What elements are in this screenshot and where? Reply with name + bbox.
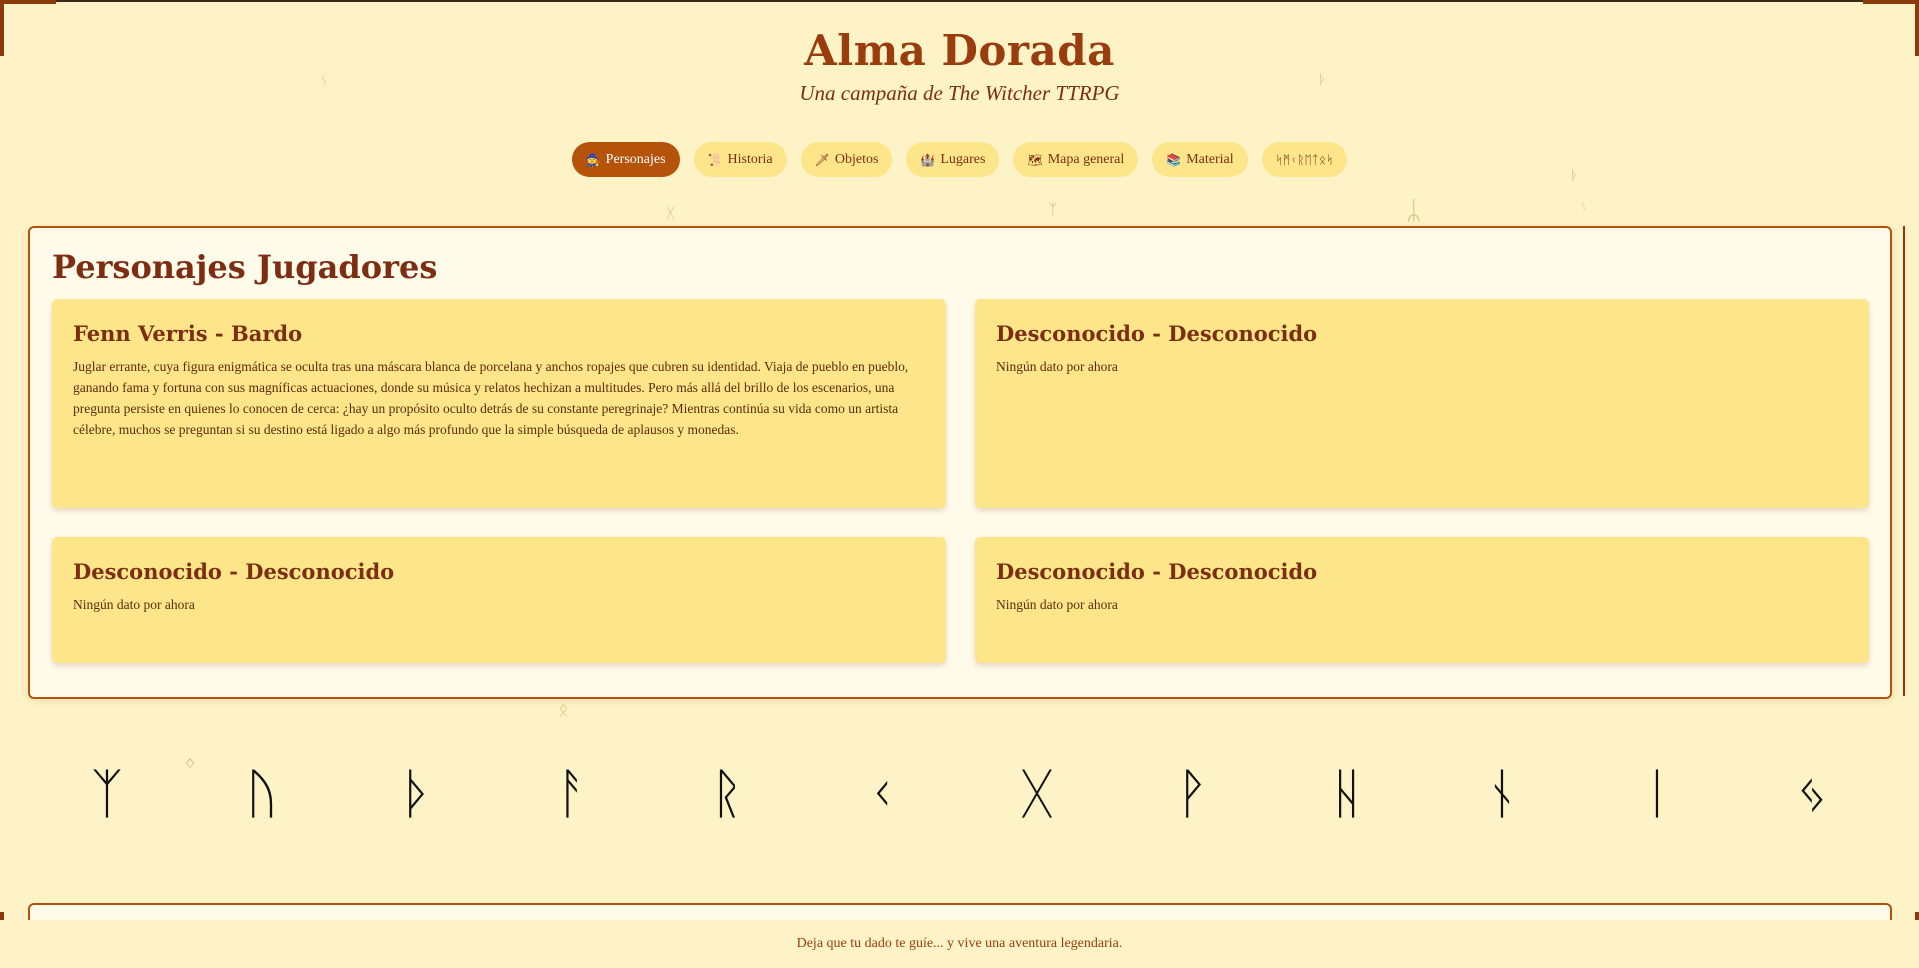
castle-icon: 🏰: [920, 152, 936, 167]
decorative-rune-icon: ᛟ: [558, 700, 569, 721]
character-card: Desconocido - Desconocido Ningún dato po…: [975, 299, 1869, 508]
rune-glyph: ᚦ: [400, 762, 434, 825]
main-nav: 🧙 Personajes 📜 Historia 🗡 Objetos 🏰 Luga…: [0, 142, 1919, 177]
tab-personajes[interactable]: 🧙 Personajes: [571, 142, 680, 177]
rune-glyph: ᚲ: [865, 762, 899, 825]
dagger-icon: 🗡: [814, 152, 830, 167]
characters-panel: Personajes Jugadores Fenn Verris - Bardo…: [28, 226, 1892, 699]
decorative-rune-icon: ᛊ: [1580, 200, 1588, 214]
rune-glyph: ᛁ: [1640, 762, 1674, 825]
site-subtitle: Una campaña de The Witcher TTRPG: [799, 81, 1120, 105]
books-icon: 📚: [1166, 152, 1182, 167]
wizard-icon: 🧙: [585, 152, 601, 167]
map-icon: 🗺: [1027, 152, 1043, 167]
character-description: Ningún dato por ahora: [73, 597, 195, 612]
rune-glyph: ᚹ: [1175, 762, 1209, 825]
rune-glyph: ᛃ: [1795, 762, 1829, 825]
character-description: Juglar errante, cuya figura enigmática s…: [73, 359, 909, 437]
character-card: Fenn Verris - Bardo Juglar errante, cuya…: [52, 299, 946, 508]
tab-mapa-general[interactable]: 🗺 Mapa general: [1013, 142, 1139, 177]
site-header: Alma Dorada Una campaña de The Witcher T…: [0, 0, 1919, 106]
tab-label: Lugares: [940, 151, 986, 167]
footer-text: Deja que tu dado te guíe... y vive una a…: [796, 936, 1123, 951]
panel-side-border: [1903, 226, 1905, 696]
character-title: Desconocido - Desconocido: [73, 559, 395, 584]
tab-label: Objetos: [834, 151, 879, 167]
tab-historia[interactable]: 📜 Historia: [693, 142, 787, 177]
tab-objetos[interactable]: 🗡 Objetos: [800, 142, 893, 177]
rune-glyph: ᚷ: [1020, 762, 1054, 825]
character-card: Desconocido - Desconocido Ningún dato po…: [975, 537, 1869, 663]
tab-secretos[interactable]: ᛋᛗᚲᚱᛖᛏᛟᛋ: [1261, 142, 1348, 177]
tab-label: Historia: [727, 151, 773, 167]
site-title: Alma Dorada: [804, 26, 1115, 75]
character-title: Fenn Verris - Bardo: [73, 321, 303, 346]
section-title: Personajes Jugadores: [52, 248, 438, 286]
tab-label: ᛋᛗᚲᚱᛖᛏᛟᛋ: [1275, 152, 1334, 167]
decorative-rune-icon: ᛉ: [1048, 200, 1058, 219]
character-description: Ningún dato por ahora: [996, 597, 1118, 612]
tab-lugares[interactable]: 🏰 Lugares: [906, 142, 1000, 177]
rune-glyph: ᚢ: [245, 762, 279, 825]
tab-label: Mapa general: [1047, 151, 1125, 167]
character-title: Desconocido - Desconocido: [996, 321, 1318, 346]
rune-glyph: ᚾ: [1485, 762, 1519, 825]
character-description: Ningún dato por ahora: [996, 359, 1118, 374]
rune-glyph: ᚨ: [555, 762, 589, 825]
decorative-rune-icon: ᛜ: [184, 752, 196, 776]
tab-label: Material: [1186, 151, 1234, 167]
site-footer: Deja que tu dado te guíe... y vive una a…: [0, 920, 1919, 968]
tab-material[interactable]: 📚 Material: [1152, 142, 1248, 177]
decorative-rune-icon: ᛦ: [1406, 196, 1422, 226]
decorative-rune-icon: ᚷ: [666, 204, 676, 222]
tab-label: Personajes: [605, 151, 666, 167]
scroll-icon: 📜: [707, 152, 723, 167]
rune-glyph: ᛉ: [90, 762, 124, 825]
rune-glyph: ᚺ: [1330, 762, 1364, 825]
character-card: Desconocido - Desconocido Ningún dato po…: [52, 537, 946, 663]
rune-glyph: ᚱ: [710, 762, 744, 825]
character-title: Desconocido - Desconocido: [996, 559, 1318, 584]
